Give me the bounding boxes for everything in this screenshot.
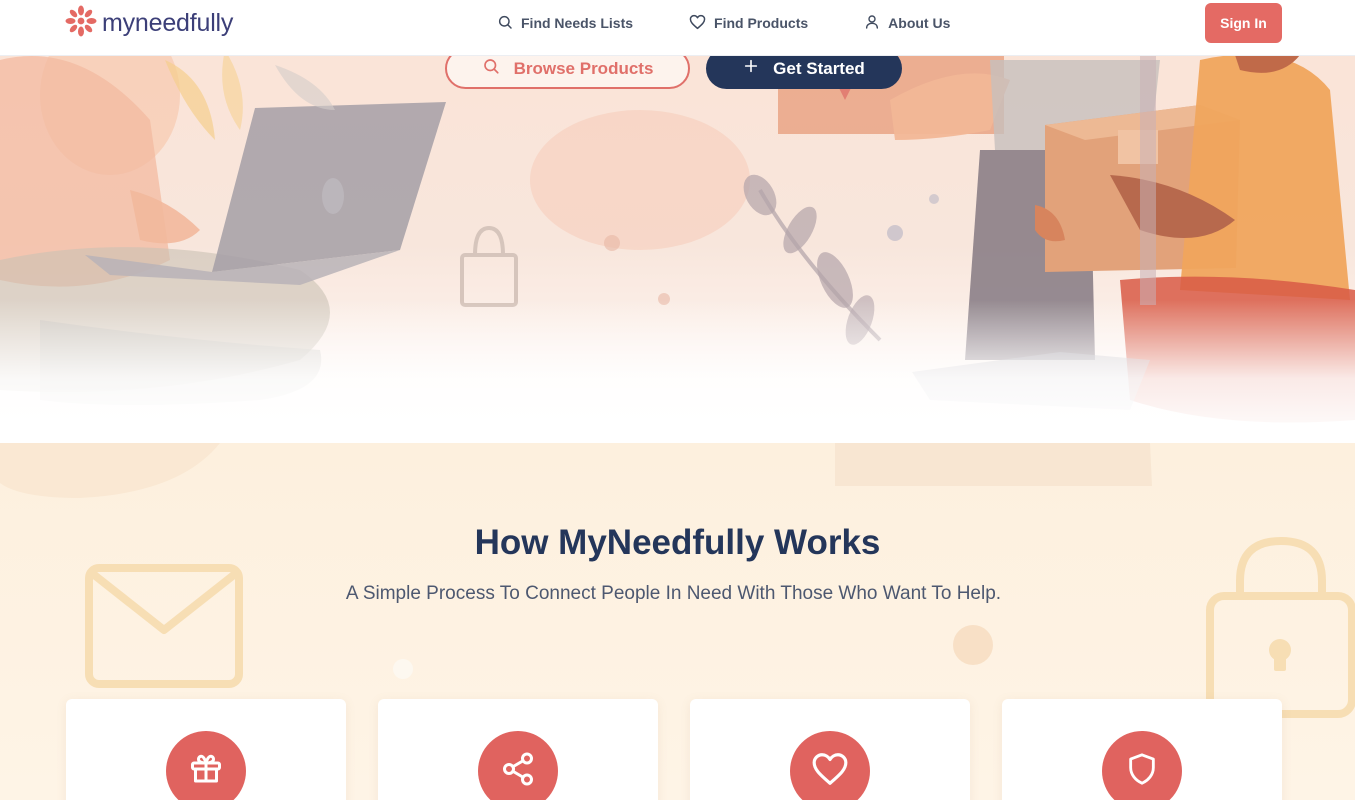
nav-link-label: Find Needs Lists	[521, 15, 634, 31]
nav-links: Find Needs Lists Find Products About Us	[497, 12, 950, 34]
step-icon-circle	[790, 731, 870, 800]
nav-find-products[interactable]: Find Products	[689, 12, 808, 34]
nav-link-label: Find Products	[714, 15, 809, 31]
logo-mark-icon	[64, 4, 98, 42]
search-icon	[497, 14, 513, 33]
search-icon	[482, 57, 500, 80]
step-card-share	[378, 699, 658, 800]
plus-icon	[743, 58, 759, 79]
section-title: How MyNeedfully Works	[474, 523, 881, 562]
nav-find-needs-lists[interactable]: Find Needs Lists	[497, 12, 633, 34]
step-card-gift	[66, 699, 346, 800]
step-icon-circle	[1102, 731, 1182, 800]
shield-icon	[1125, 750, 1159, 792]
heart-icon	[689, 14, 706, 33]
user-icon	[864, 14, 880, 33]
get-started-label: Get Started	[773, 58, 865, 78]
nav-about-us[interactable]: About Us	[864, 12, 950, 34]
hero-section: Browse Products Get Started	[0, 0, 1355, 443]
top-navbar: myneedfully Find Needs Lists Find Produc…	[0, 0, 1355, 56]
nav-link-label: About Us	[888, 15, 951, 31]
share-icon	[500, 751, 536, 791]
sign-in-button[interactable]: Sign In	[1205, 3, 1282, 43]
brand-logo[interactable]: myneedfully	[64, 5, 233, 41]
gift-icon	[188, 751, 224, 791]
step-icon-circle	[166, 731, 246, 800]
step-card-shield	[1002, 699, 1282, 800]
browse-products-label: Browse Products	[513, 58, 654, 78]
brand-name: myneedfully	[102, 8, 234, 37]
heart-icon	[811, 751, 849, 791]
step-card-heart	[690, 699, 970, 800]
how-it-works-section: How MyNeedfully Works A Simple Process T…	[0, 443, 1355, 800]
steps-cards	[66, 699, 1282, 800]
section-subtitle: A Simple Process To Connect People In Ne…	[345, 583, 1002, 604]
hero-fade	[0, 300, 1355, 443]
step-icon-circle	[478, 731, 558, 800]
